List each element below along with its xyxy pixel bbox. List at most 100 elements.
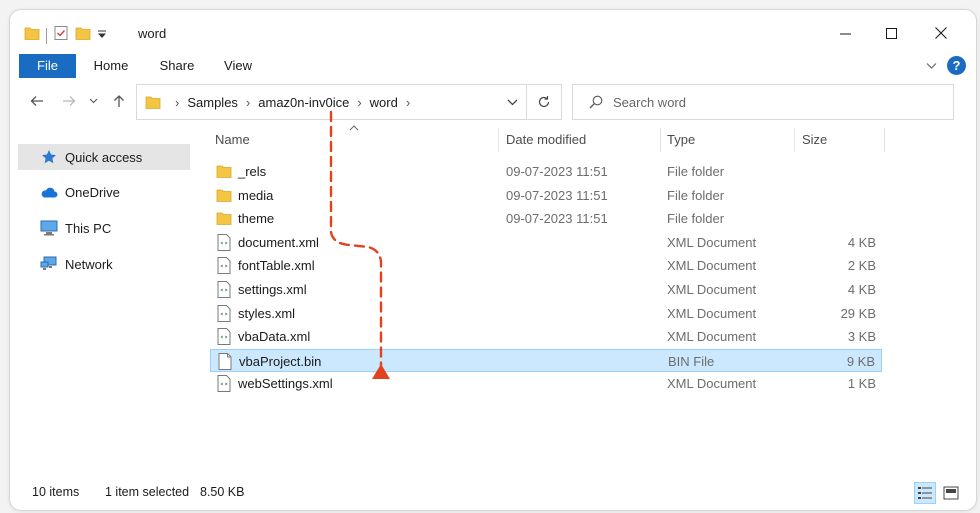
file-type: XML Document xyxy=(667,281,757,297)
file-size: 9 KB xyxy=(846,353,875,369)
file-type: XML Document xyxy=(667,376,757,392)
minimize-button[interactable] xyxy=(822,18,868,48)
column-divider[interactable] xyxy=(884,128,885,152)
file-name: webSettings.xml xyxy=(238,376,333,392)
sidebar-item-network[interactable]: Network xyxy=(18,251,190,277)
file-row-selected[interactable]: vbaProject.bin BIN File 9 KB xyxy=(210,348,882,373)
file-size: 4 KB xyxy=(847,234,876,250)
address-dropdown-button[interactable] xyxy=(498,84,526,120)
column-header-type[interactable]: Type xyxy=(667,126,695,154)
file-name: _rels xyxy=(238,164,267,179)
file-type: File folder xyxy=(667,187,725,203)
breadcrumb-samples[interactable]: Samples xyxy=(187,95,238,110)
back-button[interactable] xyxy=(26,90,48,112)
sidebar-item-label: Network xyxy=(65,256,113,272)
file-row[interactable]: _rels 09-07-2023 11:51 File folder xyxy=(210,160,882,184)
sidebar-item-label: This PC xyxy=(65,220,112,236)
tab-home[interactable]: Home xyxy=(86,54,136,78)
close-button[interactable] xyxy=(918,18,964,48)
cloud-icon xyxy=(40,183,58,201)
file-row[interactable]: styles.xml XML Document 29 KB xyxy=(210,302,882,326)
selection-size: 8.50 KB xyxy=(200,485,245,499)
sidebar-item-label: OneDrive xyxy=(65,184,120,200)
breadcrumb-separator[interactable]: › xyxy=(246,95,250,110)
tab-share[interactable]: Share xyxy=(152,54,202,78)
file-name: fontTable.xml xyxy=(238,258,315,274)
tab-file[interactable]: File xyxy=(19,54,76,78)
quick-access-toolbar xyxy=(24,25,107,46)
folder-icon xyxy=(216,163,232,180)
navigation-bar: › Samples › amaz0n-inv0ice › word › Sear… xyxy=(10,84,976,120)
refresh-button[interactable] xyxy=(526,84,562,120)
search-icon xyxy=(589,95,603,109)
file-type: BIN File xyxy=(668,353,715,369)
file-name: vbaData.xml xyxy=(238,329,311,345)
forward-button[interactable] xyxy=(58,90,80,112)
file-type: XML Document xyxy=(667,234,757,250)
help-button[interactable]: ? xyxy=(947,56,966,75)
maximize-button[interactable] xyxy=(868,18,914,48)
column-headers: Name Date modified Type Size xyxy=(210,125,890,154)
breadcrumb-separator[interactable]: › xyxy=(406,95,410,110)
file-date: 09-07-2023 11:51 xyxy=(506,211,608,227)
ribbon-controls: ? xyxy=(926,56,966,75)
file-type: File folder xyxy=(667,211,725,227)
star-icon xyxy=(40,148,58,166)
customize-dropdown-icon[interactable] xyxy=(97,28,107,43)
breadcrumb-amaz0n-inv0ice[interactable]: amaz0n-inv0ice xyxy=(258,95,349,110)
details-view-button[interactable] xyxy=(914,482,936,504)
toolbar-separator xyxy=(46,27,47,44)
column-divider[interactable] xyxy=(660,128,661,152)
file-row[interactable]: media 09-07-2023 11:51 File folder xyxy=(210,184,882,208)
xml-file-icon xyxy=(216,304,232,322)
file-row[interactable]: vbaData.xml XML Document 3 KB xyxy=(210,325,882,349)
computer-icon xyxy=(40,219,58,237)
file-name: theme xyxy=(238,211,275,227)
status-bar: 10 items 1 item selected 8.50 KB xyxy=(10,480,976,506)
large-icons-view-button[interactable] xyxy=(940,482,962,504)
search-box[interactable]: Search word xyxy=(572,84,954,120)
sidebar-item-this-pc[interactable]: This PC xyxy=(18,215,190,241)
title-bar: word xyxy=(10,10,976,54)
sidebar-item-quick-access[interactable]: Quick access xyxy=(18,144,190,170)
address-bar[interactable]: › Samples › amaz0n-inv0ice › word › xyxy=(136,84,528,120)
sort-ascending-icon xyxy=(349,122,359,134)
file-row[interactable]: theme 09-07-2023 11:51 File folder xyxy=(210,207,882,231)
folder-icon[interactable] xyxy=(24,25,40,46)
xml-file-icon xyxy=(216,280,232,298)
file-type: XML Document xyxy=(667,305,757,321)
file-name: document.xml xyxy=(238,234,319,250)
file-name: settings.xml xyxy=(238,281,307,297)
breadcrumb-separator[interactable]: › xyxy=(357,95,361,110)
file-name: vbaProject.bin xyxy=(239,353,322,369)
properties-icon[interactable] xyxy=(53,25,69,46)
recent-locations-button[interactable] xyxy=(86,90,100,112)
bin-file-icon xyxy=(217,352,233,370)
file-size: 1 KB xyxy=(847,376,876,392)
new-folder-icon[interactable] xyxy=(75,25,91,46)
file-row[interactable]: settings.xml XML Document 4 KB xyxy=(210,278,882,302)
file-size: 2 KB xyxy=(847,258,876,274)
column-header-name[interactable]: Name xyxy=(215,126,250,154)
expand-ribbon-icon[interactable] xyxy=(926,57,937,75)
window-title: word xyxy=(138,26,167,41)
column-divider[interactable] xyxy=(498,128,499,152)
column-header-size[interactable]: Size xyxy=(802,126,827,154)
file-type: File folder xyxy=(667,164,725,179)
breadcrumb-separator: › xyxy=(175,94,180,110)
column-divider[interactable] xyxy=(794,128,795,152)
xml-file-icon xyxy=(216,375,232,393)
tab-view[interactable]: View xyxy=(216,54,260,78)
file-row[interactable]: document.xml XML Document 4 KB xyxy=(210,231,882,255)
file-row[interactable]: fontTable.xml XML Document 2 KB xyxy=(210,254,882,278)
search-placeholder: Search word xyxy=(613,94,686,110)
breadcrumb-word[interactable]: word xyxy=(370,95,398,110)
selection-count: 1 item selected xyxy=(105,485,190,499)
sidebar-item-onedrive[interactable]: OneDrive xyxy=(18,179,190,205)
file-row[interactable]: webSettings.xml XML Document 1 KB xyxy=(210,372,882,396)
ribbon: File Home Share View ? xyxy=(10,54,976,78)
column-header-date[interactable]: Date modified xyxy=(506,126,586,154)
navigation-pane: Quick access OneDrive This PC Network xyxy=(10,134,200,434)
up-button[interactable] xyxy=(108,90,130,112)
file-date: 09-07-2023 11:51 xyxy=(506,187,608,203)
